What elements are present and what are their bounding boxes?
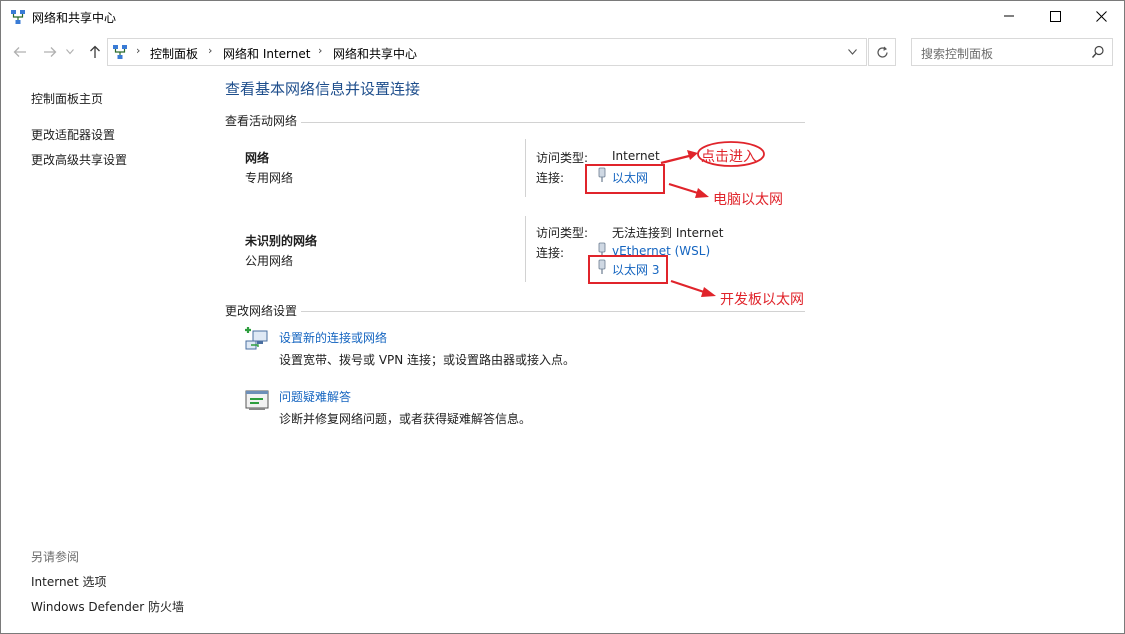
arrow-head: [701, 287, 716, 297]
arrow-line: [668, 182, 702, 196]
arrow-head: [695, 188, 709, 198]
annotation-click-enter: 点击进入: [701, 149, 757, 165]
annotation-board-ethernet: 开发板以太网: [720, 292, 804, 308]
window: 网络和共享中心 › 控制面板 › 网络和 Internet › 网络和共享中心 …: [0, 0, 1125, 634]
annotation-pc-ethernet: 电脑以太网: [713, 192, 783, 208]
arrow-line: [660, 153, 694, 165]
annotation-arrows: [660, 141, 765, 297]
arrow-line: [670, 279, 708, 295]
arrow-head: [687, 150, 698, 160]
